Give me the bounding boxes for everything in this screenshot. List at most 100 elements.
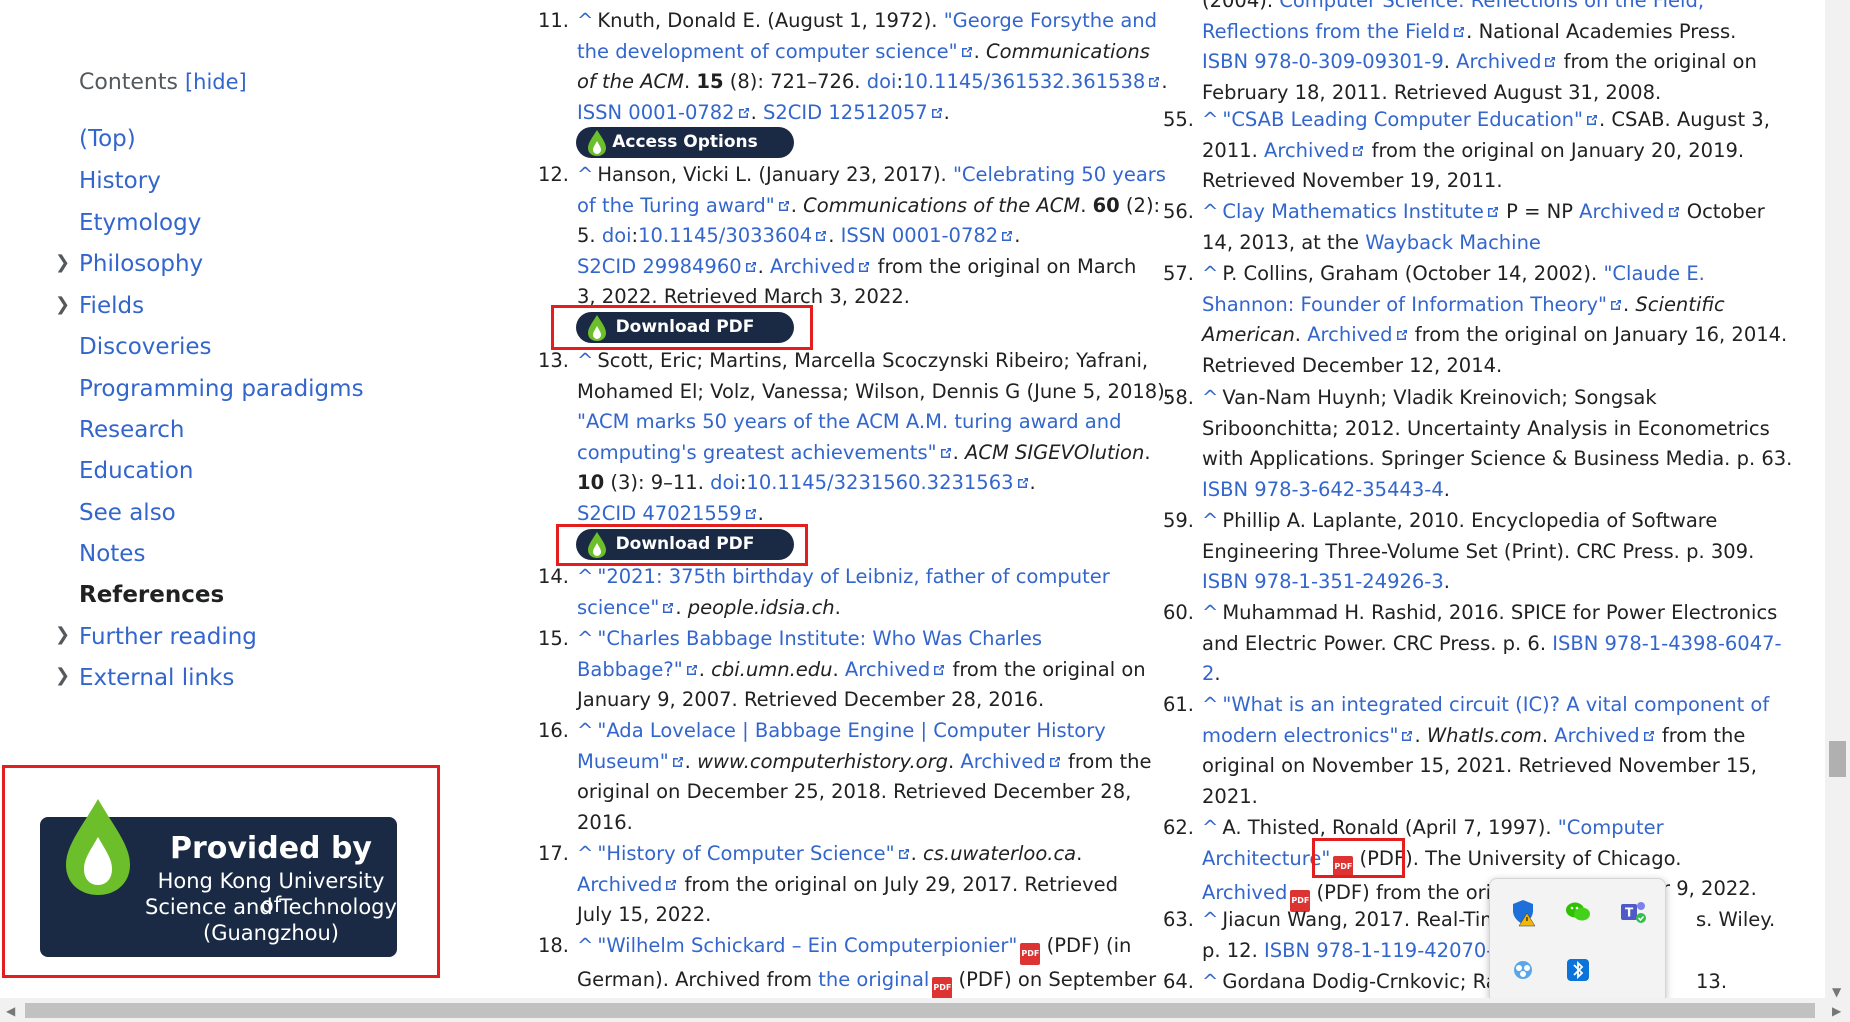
reference-title-link[interactable]: Babbage?" bbox=[577, 658, 683, 681]
chevron-right-icon[interactable]: ❯ bbox=[55, 665, 70, 686]
wayback-machine-link[interactable]: Wayback Machine bbox=[1365, 231, 1541, 254]
reference-title-link[interactable]: science" bbox=[577, 596, 659, 619]
toc-item-fields[interactable]: Fields bbox=[79, 293, 144, 319]
toc-item-top[interactable]: (Top) bbox=[79, 126, 136, 152]
toc-item-external-links[interactable]: External links bbox=[79, 665, 234, 691]
teams-icon[interactable]: T bbox=[1618, 897, 1648, 927]
toc-item-further-reading[interactable]: Further reading bbox=[79, 624, 257, 650]
backlink-caret[interactable]: ^ bbox=[577, 934, 593, 957]
doi-link[interactable]: doi bbox=[710, 471, 740, 494]
archived-link[interactable]: Archived bbox=[1264, 139, 1349, 162]
backlink-caret[interactable]: ^ bbox=[1202, 816, 1218, 839]
chevron-right-icon[interactable]: ❯ bbox=[55, 252, 70, 273]
backlink-caret[interactable]: ^ bbox=[577, 163, 593, 186]
reference-title-link[interactable]: Computer Science: Reflections on the Fie… bbox=[1279, 0, 1704, 12]
scroll-left-arrow-icon[interactable]: ◀ bbox=[6, 1004, 15, 1018]
archived-link[interactable]: Archived bbox=[1579, 200, 1664, 223]
horizontal-scrollbar-thumb[interactable] bbox=[25, 1003, 1815, 1018]
reference-title-link[interactable]: Shannon: Founder of Information Theory" bbox=[1202, 293, 1607, 316]
toc-item-programming-paradigms[interactable]: Programming paradigms bbox=[79, 376, 364, 402]
backlink-caret[interactable]: ^ bbox=[577, 565, 593, 588]
reference-title-link[interactable]: "Charles Babbage Institute: Who Was Char… bbox=[597, 627, 1042, 650]
toc-item-discoveries[interactable]: Discoveries bbox=[79, 334, 212, 360]
doi-value-link[interactable]: 10.1145/3033604 bbox=[638, 224, 812, 247]
archived-link[interactable]: Archived bbox=[577, 873, 662, 896]
backlink-caret[interactable]: ^ bbox=[1202, 601, 1218, 624]
archived-link[interactable]: Archived bbox=[960, 750, 1045, 773]
backlink-caret[interactable]: ^ bbox=[577, 719, 593, 742]
backlink-caret[interactable]: ^ bbox=[1202, 200, 1218, 223]
reference-title-link[interactable]: "Celebrating 50 years bbox=[953, 163, 1166, 186]
archived-link[interactable]: Archived bbox=[770, 255, 855, 278]
wechat-icon[interactable] bbox=[1563, 897, 1593, 927]
reference-title-link[interactable]: Clay Mathematics Institute bbox=[1222, 200, 1484, 223]
s2cid-link[interactable]: S2CID bbox=[577, 502, 636, 525]
issn-link[interactable]: ISSN bbox=[577, 101, 622, 124]
s2cid-value-link[interactable]: 12512057 bbox=[828, 101, 927, 124]
scroll-right-arrow-icon[interactable]: ▶ bbox=[1832, 1004, 1841, 1018]
scroll-down-arrow-icon[interactable]: ▼ bbox=[1832, 985, 1841, 999]
toc-item-philosophy[interactable]: Philosophy bbox=[79, 251, 203, 277]
provided-by-banner[interactable]: Provided by Hong Kong University of Scie… bbox=[40, 799, 397, 957]
toc-item-history[interactable]: History bbox=[79, 168, 161, 194]
app-icon[interactable] bbox=[1508, 955, 1538, 985]
s2cid-value-link[interactable]: 47021559 bbox=[642, 502, 741, 525]
access-options-button[interactable]: Access Options bbox=[576, 127, 794, 158]
toc-item-see-also[interactable]: See also bbox=[79, 500, 176, 526]
chevron-right-icon[interactable]: ❯ bbox=[55, 624, 70, 645]
reference-title-link[interactable]: "CSAB Leading Computer Education" bbox=[1222, 108, 1583, 131]
reference-title-link[interactable]: Reflections from the Field bbox=[1202, 20, 1450, 43]
backlink-caret[interactable]: ^ bbox=[1202, 693, 1218, 716]
bluetooth-icon[interactable] bbox=[1563, 955, 1593, 985]
backlink-caret[interactable]: ^ bbox=[1202, 386, 1218, 409]
backlink-caret[interactable]: ^ bbox=[577, 627, 593, 650]
toc-item-etymology[interactable]: Etymology bbox=[79, 210, 201, 236]
original-link[interactable]: the original bbox=[818, 968, 929, 991]
isbn-link[interactable]: ISBN bbox=[1552, 632, 1598, 655]
reference-title-link[interactable]: modern electronics" bbox=[1202, 724, 1398, 747]
isbn-value-link[interactable]: 978-1-351-24926-3 bbox=[1254, 570, 1443, 593]
backlink-caret[interactable]: ^ bbox=[1202, 108, 1218, 131]
chevron-right-icon[interactable]: ❯ bbox=[55, 294, 70, 315]
toc-hide-link[interactable]: [hide] bbox=[185, 70, 247, 94]
issn-link[interactable]: ISSN bbox=[841, 224, 886, 247]
reference-title-link[interactable]: "History of Computer Science" bbox=[597, 842, 894, 865]
issn-value-link[interactable]: 0001-0782 bbox=[892, 224, 998, 247]
archived-link[interactable]: Archived bbox=[845, 658, 930, 681]
archived-link[interactable]: Archived bbox=[1202, 881, 1287, 904]
archived-link[interactable]: Archived bbox=[1307, 323, 1392, 346]
security-warning-icon[interactable] bbox=[1508, 897, 1538, 927]
s2cid-value-link[interactable]: 29984960 bbox=[642, 255, 741, 278]
isbn-link[interactable]: ISBN bbox=[1264, 939, 1310, 962]
reference-title-link[interactable]: "George Forsythe and bbox=[944, 9, 1157, 32]
toc-item-education[interactable]: Education bbox=[79, 458, 194, 484]
archived-link[interactable]: Archived bbox=[1554, 724, 1639, 747]
s2cid-link[interactable]: S2CID bbox=[763, 101, 822, 124]
isbn-value-link[interactable]: 2 bbox=[1202, 662, 1214, 685]
doi-link[interactable]: doi bbox=[602, 224, 632, 247]
backlink-caret[interactable]: ^ bbox=[1202, 908, 1218, 931]
issn-value-link[interactable]: 0001-0782 bbox=[628, 101, 734, 124]
vertical-scrollbar[interactable] bbox=[1825, 0, 1850, 998]
doi-link[interactable]: doi bbox=[867, 70, 897, 93]
isbn-link[interactable]: ISBN bbox=[1202, 570, 1248, 593]
reference-title-link[interactable]: "Claude E. bbox=[1603, 262, 1704, 285]
reference-title-link[interactable]: "ACM marks 50 years of the ACM A.M. turi… bbox=[577, 410, 1122, 433]
backlink-caret[interactable]: ^ bbox=[577, 349, 593, 372]
backlink-caret[interactable]: ^ bbox=[1202, 509, 1218, 532]
reference-title-link[interactable]: of the Turing award" bbox=[577, 194, 775, 217]
reference-title-link[interactable]: "Ada Lovelace | Babbage Engine | Compute… bbox=[597, 719, 1105, 742]
isbn-value-link[interactable]: 978-1-4398-6047- bbox=[1605, 632, 1782, 655]
toc-item-references[interactable]: References bbox=[79, 582, 224, 608]
vertical-scrollbar-thumb[interactable] bbox=[1829, 741, 1846, 777]
toc-item-notes[interactable]: Notes bbox=[79, 541, 145, 567]
reference-title-link[interactable]: "Computer bbox=[1558, 816, 1664, 839]
reference-title-link[interactable]: the development of computer science" bbox=[577, 40, 958, 63]
isbn-link[interactable]: ISBN bbox=[1202, 50, 1248, 73]
reference-title-link[interactable]: computing's greatest achievements" bbox=[577, 441, 937, 464]
reference-title-link[interactable]: "2021: 375th birthday of Leibniz, father… bbox=[597, 565, 1109, 588]
toc-item-research[interactable]: Research bbox=[79, 417, 185, 443]
backlink-caret[interactable]: ^ bbox=[1202, 262, 1218, 285]
isbn-link[interactable]: ISBN bbox=[1202, 478, 1248, 501]
reference-title-link[interactable]: "Wilhelm Schickard – Ein Computerpionier… bbox=[597, 934, 1017, 957]
